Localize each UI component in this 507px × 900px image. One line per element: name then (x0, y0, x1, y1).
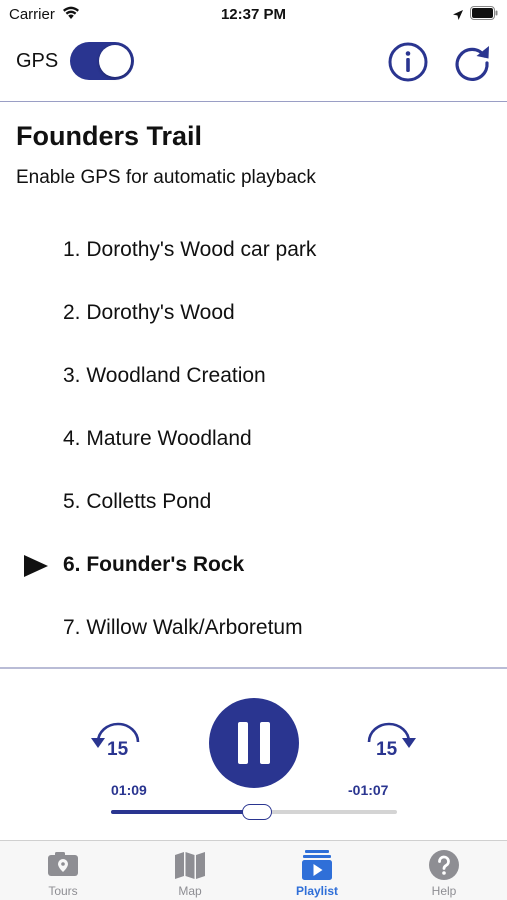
skip-forward-15-button[interactable]: 15 (359, 720, 421, 766)
playlist-item[interactable]: 4. Mature Woodland (0, 409, 507, 472)
status-bar: Carrier 12:37 PM (0, 0, 507, 30)
pause-icon (238, 722, 270, 764)
tab-map[interactable]: Map (127, 841, 253, 900)
top-toolbar: GPS (0, 30, 507, 102)
skip-forward-seconds: 15 (376, 739, 398, 760)
map-pin-icon (48, 852, 78, 876)
progress-fill (111, 810, 257, 814)
skip-back-15-button[interactable]: 15 (86, 720, 148, 766)
tab-help-label: Help (431, 884, 457, 898)
remaining-time: -01:07 (348, 782, 389, 798)
tab-playlist[interactable]: Playlist (254, 841, 380, 900)
location-arrow-icon (452, 8, 464, 26)
playlist-item-label: 2. Dorothy's Wood (63, 301, 235, 324)
tab-tours[interactable]: Tours (0, 841, 126, 900)
playlist-item[interactable]: 7. Willow Walk/Arboretum (0, 598, 507, 661)
playlist-item-label: 1. Dorothy's Wood car park (63, 238, 317, 261)
info-icon (388, 42, 428, 82)
now-playing-icon (24, 555, 48, 577)
playlist-item-label: 5. Colletts Pond (63, 490, 212, 513)
tab-tours-label: Tours (48, 884, 78, 898)
tab-playlist-label: Playlist (295, 884, 339, 898)
playlist-item[interactable]: 1. Dorothy's Wood car park (0, 220, 507, 283)
playlist-item[interactable]: 2. Dorothy's Wood (0, 283, 507, 346)
playlist-item[interactable]: 5. Colletts Pond (0, 472, 507, 535)
skip-back-seconds: 15 (107, 739, 129, 760)
playlist-item-label: 4. Mature Woodland (63, 427, 252, 450)
tab-help[interactable]: Help (381, 841, 507, 900)
gps-label: GPS (16, 50, 59, 72)
clock: 12:37 PM (220, 6, 287, 23)
playlist-item-label: 3. Woodland Creation (63, 364, 266, 387)
refresh-button[interactable] (450, 41, 494, 85)
page-title: Founders Trail (16, 121, 203, 151)
battery-icon (470, 6, 498, 25)
playlist-item[interactable]: 6. Founder's Rock (0, 535, 507, 598)
playlist-item[interactable]: 3. Woodland Creation (0, 346, 507, 409)
tab-bar: Tours Map Playlist Help (0, 840, 507, 900)
progress-thumb[interactable] (241, 804, 272, 820)
progress-slider[interactable] (111, 804, 397, 820)
elapsed-time: 01:09 (111, 782, 147, 798)
playlist-icon (302, 850, 332, 880)
tab-map-label: Map (178, 884, 202, 898)
divider (0, 667, 507, 669)
playlist-item-label: 6. Founder's Rock (63, 553, 245, 576)
gps-hint-text: Enable GPS for automatic playback (16, 167, 316, 188)
playlist-item-label: 7. Willow Walk/Arboretum (63, 616, 303, 639)
refresh-icon (455, 46, 489, 81)
map-icon (175, 852, 205, 879)
gps-toggle[interactable] (70, 42, 134, 80)
pause-button[interactable] (209, 698, 299, 788)
help-icon (429, 850, 459, 880)
gps-toggle-knob (99, 45, 131, 77)
info-button[interactable] (387, 41, 429, 83)
